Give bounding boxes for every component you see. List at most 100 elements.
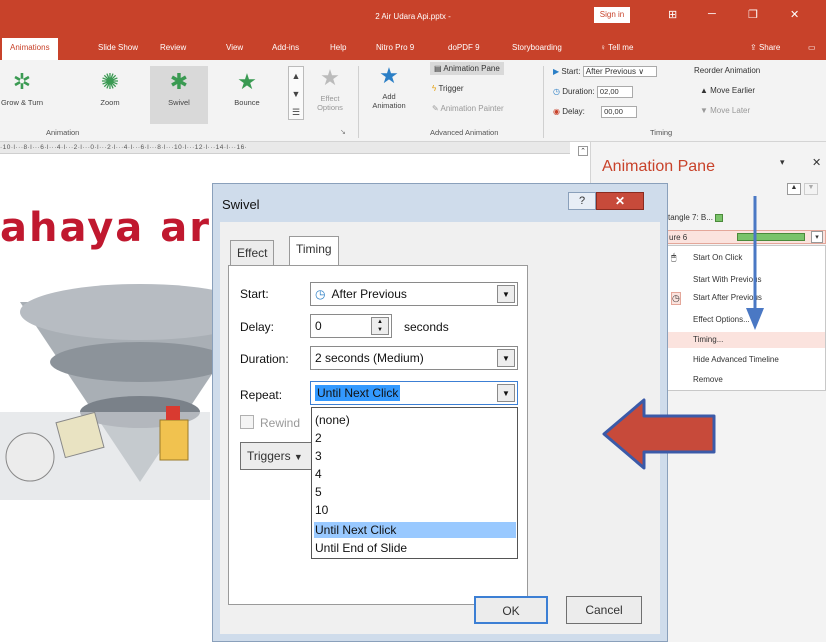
trigger-button[interactable]: ϟ Trigger — [432, 84, 464, 93]
dialog-title: Swivel — [222, 197, 260, 212]
add-animation-button[interactable]: ★ Add Animation — [366, 64, 412, 128]
pane-item-rectangle[interactable]: tangle 7: B... — [668, 213, 724, 222]
item-dropdown-icon[interactable]: ▾ — [811, 231, 823, 243]
tab-storyboarding[interactable]: Storyboarding — [512, 43, 562, 52]
animation-zoom[interactable]: ✺ Zoom — [88, 70, 132, 126]
collapse-toggle-icon[interactable]: ⌃ — [578, 146, 588, 156]
ribbon-tabs: Animations Slide Show Review View Add-in… — [0, 34, 826, 60]
dropdown-arrow-icon: ▼ — [497, 384, 515, 402]
menu-timing[interactable]: Timing... — [667, 332, 825, 348]
repeat-option[interactable]: (none) — [314, 412, 516, 428]
triangle-down-icon: ▼ — [700, 106, 711, 115]
minimize-icon[interactable]: ─ — [708, 8, 716, 20]
animation-pane-title: Animation Pane — [602, 158, 715, 175]
reorder-label: Reorder Animation — [694, 66, 761, 75]
tornado-middle — [50, 342, 230, 382]
annotation-arrow-left — [602, 398, 716, 470]
close-window-icon[interactable]: ✕ — [790, 8, 799, 21]
move-earlier-button[interactable]: ▲ Move Earlier — [700, 86, 755, 95]
delay-clock-icon: ◉ — [553, 107, 563, 117]
repeat-option[interactable]: Until End of Slide — [314, 540, 516, 556]
tab-animations[interactable]: Animations — [2, 38, 58, 60]
tab-help[interactable]: Help — [330, 43, 346, 52]
repeat-label: Repeat: — [240, 388, 283, 402]
menu-hide-advanced-timeline[interactable]: Hide Advanced Timeline — [693, 355, 779, 364]
slide-title[interactable]: ahaya ar — [0, 205, 211, 251]
rewind-checkbox[interactable] — [240, 415, 254, 429]
chevron-up-icon: ▲ — [291, 71, 301, 81]
lightbulb-icon: ♀ — [600, 43, 609, 52]
group-dialog-launcher-icon[interactable]: ↘ — [340, 128, 346, 136]
maximize-icon[interactable]: ❐ — [748, 8, 758, 21]
delay-spinner[interactable]: 0 ▲ ▼ — [310, 314, 392, 338]
gallery-more-icon: ☰ — [291, 107, 301, 117]
clock-icon: ◷ — [315, 287, 326, 301]
triggers-expand-icon: ▼ — [293, 452, 303, 462]
triangle-up-icon: ▲ — [700, 86, 711, 95]
move-down-icon[interactable]: ▼ — [804, 183, 818, 195]
effect-options-button[interactable]: ★ Effect Options — [308, 66, 352, 128]
effect-options-icon: ★ — [320, 65, 340, 90]
annotation-arrow-down — [746, 196, 764, 330]
animation-painter-button[interactable]: ✎ Animation Painter — [432, 104, 504, 113]
start-select[interactable]: ◷ After Previous ▼ — [310, 282, 518, 306]
tab-dopdf[interactable]: doPDF 9 — [448, 43, 480, 52]
horizontal-ruler: ·10·l···8·l···6·l···4·l···2·l···0·l···2·… — [0, 142, 570, 154]
repeat-option[interactable]: 4 — [314, 466, 516, 482]
comments-icon[interactable]: ▭ — [808, 43, 816, 52]
ribbon-start-select[interactable]: After Previous ∨ — [582, 66, 657, 77]
clock-icon: ◷ — [553, 87, 563, 97]
repeat-option-selected[interactable]: Until Next Click — [314, 522, 516, 538]
triggers-button[interactable]: Triggers ▼ — [240, 442, 312, 470]
tab-effect[interactable]: Effect — [230, 240, 275, 265]
debris-wheel — [5, 432, 55, 482]
duration-select[interactable]: 2 seconds (Medium) ▼ — [310, 346, 518, 370]
tab-add-ins[interactable]: Add-ins — [272, 43, 299, 52]
repeat-option[interactable]: 3 — [314, 448, 516, 464]
separator — [358, 66, 359, 138]
group-timing-label: Timing — [650, 128, 673, 137]
repeat-option[interactable]: 2 — [314, 430, 516, 446]
sign-in-button[interactable]: Sign in — [594, 7, 630, 23]
ok-button[interactable]: OK — [474, 596, 548, 624]
cancel-button[interactable]: Cancel — [566, 596, 642, 624]
ribbon-duration-spinner[interactable]: 02,00 — [596, 86, 633, 98]
tab-review[interactable]: Review — [160, 43, 186, 52]
animation-grow-turn[interactable]: ✲ Grow & Turn — [0, 70, 44, 126]
bounce-icon: ★ — [237, 69, 257, 94]
tab-timing[interactable]: Timing — [289, 236, 339, 266]
share-icon: ⇪ — [750, 43, 759, 52]
animation-swivel[interactable]: ✱ Swivel — [150, 66, 208, 124]
share-button[interactable]: ⇪ Share — [750, 43, 780, 52]
rewind-label: Rewind — [260, 416, 301, 430]
repeat-option[interactable]: 5 — [314, 484, 516, 500]
move-up-icon[interactable]: ▲ — [787, 183, 801, 195]
menu-remove[interactable]: Remove — [693, 375, 723, 384]
tab-view[interactable]: View — [226, 43, 243, 52]
menu-start-on-click[interactable]: Start On Click — [693, 253, 742, 262]
pane-close-icon[interactable]: ✕ — [812, 156, 821, 169]
dropdown-arrow-icon: ▼ — [497, 349, 515, 367]
repeat-dropdown-list: (none) 2 3 4 5 10 Until Next Click Until… — [311, 407, 518, 559]
delay-row: ◉ Delay: 00,00 — [553, 106, 638, 118]
tab-slide-show[interactable]: Slide Show — [98, 43, 138, 52]
start-label: Start: — [240, 287, 269, 301]
gallery-scroll[interactable]: ▲ ▼ ☰ — [288, 66, 304, 120]
animation-bounce[interactable]: ★ Bounce — [222, 70, 272, 126]
duration-label: Duration: — [240, 352, 289, 366]
move-later-button[interactable]: ▼ Move Later — [700, 106, 750, 115]
ribbon-display-icon[interactable]: ⊞ — [668, 8, 677, 21]
group-advanced-label: Advanced Animation — [430, 128, 499, 137]
building — [159, 419, 189, 461]
repeat-option[interactable]: 10 — [314, 502, 516, 518]
dropdown-arrow-icon: ▼ — [497, 285, 515, 303]
dialog-close-icon[interactable]: ✕ — [596, 192, 644, 210]
ribbon-delay-spinner[interactable]: 00,00 — [601, 106, 638, 118]
mouse-icon: 🖱 — [671, 252, 677, 262]
repeat-select[interactable]: Until Next Click ▼ — [310, 381, 518, 405]
animation-pane-button[interactable]: ▤ Animation Pane — [430, 62, 504, 75]
tab-nitro[interactable]: Nitro Pro 9 — [376, 43, 414, 52]
pane-options-icon[interactable]: ▾ — [780, 157, 785, 168]
tell-me-search[interactable]: ♀ Tell me — [600, 43, 633, 52]
help-icon[interactable]: ? — [568, 192, 596, 210]
